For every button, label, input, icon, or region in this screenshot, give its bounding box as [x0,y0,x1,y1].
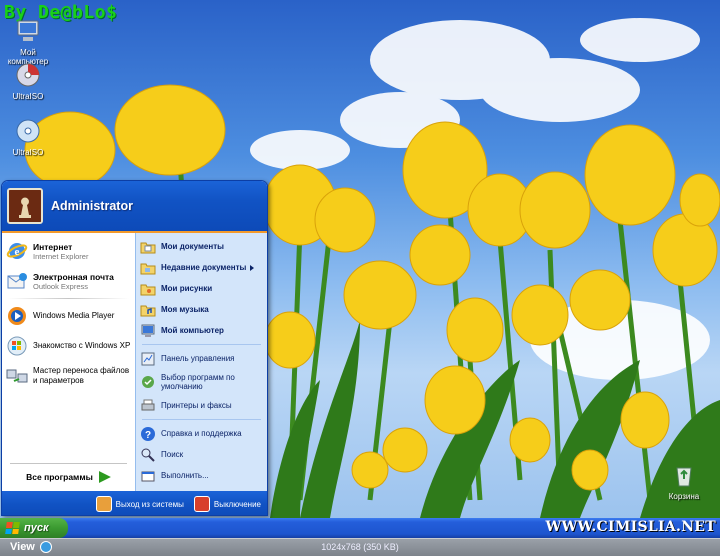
logoff-button[interactable]: Выход из системы [95,496,184,512]
place-help[interactable]: ? Справка и поддержка [136,423,267,444]
item-subtitle: Internet Explorer [33,251,89,261]
transfer-wizard-icon [6,369,28,383]
item-label: Мои рисунки [161,284,213,293]
item-label: Недавние документы [161,263,247,272]
recent-media-player[interactable]: Windows Media Player [2,301,135,331]
svg-text:?: ? [145,430,151,441]
pinned-internet[interactable]: e Интернет Internet Explorer [2,236,135,266]
pinned-email[interactable]: Электронная почта Outlook Express [2,266,135,296]
taskbar: пуск WWW.CIMISLIA.NET [0,518,720,538]
user-name: Administrator [51,199,133,213]
separator [10,463,127,464]
logoff-label: Выход из системы [115,499,184,509]
control-panel-icon [141,352,155,365]
start-button[interactable]: пуск [0,518,68,538]
desktop-icon-recycle-bin[interactable]: Корзина [656,462,712,501]
separator [142,344,261,345]
shutdown-label: Выключение [213,499,261,509]
desktop-icon-label: UltraISO [12,92,44,101]
item-title: Интернет [33,241,73,252]
item-label: Выполнить... [161,471,209,480]
item-label: Панель управления [161,354,235,363]
item-label: Справка и поддержка [161,429,242,438]
folder-music-icon [140,305,156,316]
user-avatar[interactable] [7,188,43,224]
item-label: Моя музыка [161,305,209,314]
place-my-documents[interactable]: Мои документы [136,236,267,257]
ultraiso-disc-icon [16,63,40,87]
item-label: Мои документы [161,242,224,251]
search-icon [141,448,155,462]
place-control-panel[interactable]: Панель управления [136,348,267,369]
place-my-pictures[interactable]: Мои рисунки [136,278,267,299]
start-menu-places: Мои документы Недавние документы Мои рис… [135,233,267,491]
computer-icon [141,324,155,337]
image-viewer-bar: View 1024x768 (350 KB) [0,538,720,556]
place-recent-documents[interactable]: Недавние документы [136,257,267,278]
desktop-icon-label: UltraISO [12,148,44,157]
arrow-right-icon [98,471,111,483]
recent-transfer-wizard[interactable]: Мастер переноса файлов и параметров [2,361,135,391]
windows-logo-icon [5,522,20,534]
start-menu-programs: e Интернет Internet Explorer Электронная… [2,233,135,491]
ultraiso-disc-icon [16,119,40,143]
item-label: Выбор программ по умолчанию [161,373,235,391]
item-label: Знакомство с Windows XP [33,341,131,350]
item-label: Принтеры и факсы [161,401,232,410]
help-icon: ? [141,426,155,441]
separator [8,298,129,299]
folder-pictures-icon [140,284,156,295]
place-run[interactable]: Выполнить... [136,465,267,486]
start-menu-footer: Выход из системы Выключение [2,491,267,515]
run-icon [141,471,155,481]
item-title: Электронная почта [33,271,114,282]
place-my-computer[interactable]: Мой компьютер [136,320,267,341]
place-default-programs[interactable]: Выбор программ по умолчанию [136,369,267,395]
submenu-arrow-icon [250,264,255,271]
chess-avatar-icon [9,190,41,222]
shutdown-button[interactable]: Выключение [193,496,261,512]
recent-windows-tour[interactable]: Знакомство с Windows XP [2,331,135,361]
place-search[interactable]: Поиск [136,444,267,465]
recycle-bin-icon [676,467,692,487]
item-label: Мой компьютер [161,326,224,335]
all-programs-button[interactable]: Все программы [2,463,135,483]
image-info: 1024x768 (350 KB) [321,542,399,552]
printer-icon [141,399,155,410]
desktop-icon-label: Корзина [668,492,700,501]
internet-explorer-icon: e [6,243,28,259]
start-menu: Administrator e Интернет Internet Explor… [1,180,268,516]
default-programs-icon [142,376,154,388]
my-computer-icon [17,20,39,41]
desktop-icon-ultraiso[interactable]: UltraISO [0,62,56,101]
desktop-icon-ultraiso-2[interactable]: UltraISO [0,118,56,157]
separator [142,419,261,420]
power-icon [193,496,210,512]
item-label: Мастер переноса файлов и параметров [33,366,130,385]
place-my-music[interactable]: Моя музыка [136,299,267,320]
logoff-key-icon [95,496,112,512]
item-subtitle: Outlook Express [33,281,89,291]
folder-documents-icon [140,242,156,253]
folder-recent-icon [140,263,156,274]
all-programs-label: Все программы [26,472,93,482]
svg-text:e: e [15,246,20,258]
site-watermark: WWW.CIMISLIA.NET [545,519,716,535]
desktop-icon-my-computer[interactable]: Мой компьютер [0,18,56,66]
outlook-express-icon [7,273,27,289]
item-label: Windows Media Player [33,311,115,320]
windows-tour-icon [7,336,27,356]
place-printers[interactable]: Принтеры и факсы [136,395,267,416]
start-label: пуск [24,522,49,534]
item-label: Поиск [161,450,184,459]
media-player-icon [8,307,26,325]
desktop: By De@bLo$ Мой компьютер UltraISO UltraI… [0,0,720,518]
start-menu-header: Administrator [2,181,267,233]
